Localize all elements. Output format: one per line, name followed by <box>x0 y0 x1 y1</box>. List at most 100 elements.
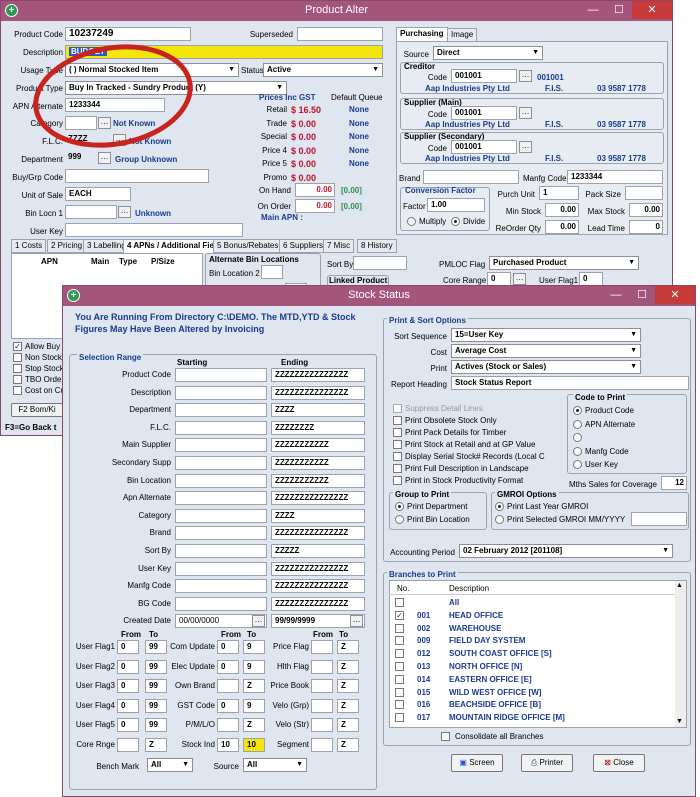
branch-checkbox[interactable]: ✓ <box>395 610 404 620</box>
flag-to-field[interactable]: Z <box>337 640 359 654</box>
price-value[interactable]: $ 0.00 <box>291 159 316 169</box>
lead-time-field[interactable]: 0 <box>629 220 663 234</box>
flag-from-field[interactable] <box>311 640 333 654</box>
purch-unit-field[interactable]: 1 <box>539 186 579 200</box>
range-end-field[interactable]: ZZZZZZZZZZZZZZZ <box>271 385 365 400</box>
range-start-field[interactable] <box>175 508 267 523</box>
range-start-field[interactable] <box>175 561 267 576</box>
range-end-field[interactable]: ZZZZZZZZZZZ <box>271 438 365 453</box>
flag-to-field[interactable]: Z <box>337 737 359 752</box>
branch-checkbox[interactable] <box>395 636 404 646</box>
minimize-icon[interactable]: — <box>580 1 606 19</box>
tab-1[interactable]: 1 Costs <box>11 239 47 253</box>
buy-grp-code-field[interactable] <box>65 169 209 183</box>
flag-from-field[interactable] <box>311 737 333 752</box>
range-end-field[interactable]: ZZZZZZZZZZZ <box>271 456 365 470</box>
range-start-field[interactable] <box>175 385 267 400</box>
range-start-field[interactable] <box>175 473 267 488</box>
code-to-print-radio[interactable] <box>573 406 582 415</box>
range-start-field[interactable] <box>175 403 267 418</box>
range-start-field[interactable] <box>175 420 267 435</box>
range-end-field[interactable]: ZZZZZZZZZZZZZZZ <box>271 596 365 611</box>
tab-5[interactable]: 5 Bonus/Rebates <box>213 239 283 253</box>
core-range-lookup-button[interactable]: … <box>513 273 526 285</box>
range-start-field[interactable] <box>175 579 267 594</box>
bench-mark-select[interactable]: All ▼ <box>147 758 193 772</box>
flag-from-field[interactable] <box>217 679 239 693</box>
flag-from-field[interactable] <box>217 718 239 732</box>
print-option-checkbox[interactable] <box>393 464 402 473</box>
range-end-field[interactable]: ZZZZZ <box>271 544 365 558</box>
tab-purchasing[interactable]: Purchasing <box>396 27 448 41</box>
unit-of-sale-field[interactable]: EACH <box>65 187 131 201</box>
bin-location2-field[interactable] <box>261 265 283 279</box>
print-option-checkbox[interactable] <box>393 416 402 425</box>
group-to-print-radio[interactable] <box>395 502 404 511</box>
price-value[interactable]: $ 0.00 <box>291 119 316 129</box>
pack-size-field[interactable] <box>625 186 663 200</box>
print-select[interactable]: Actives (Stock or Sales) ▼ <box>451 360 641 374</box>
flag-to-field[interactable]: Z <box>337 679 359 693</box>
range-end-field[interactable]: ZZZZZZZZZZZZZZZ <box>271 526 365 541</box>
range-end-field[interactable]: ZZZZZZZZ <box>271 420 365 435</box>
maximize-icon[interactable]: ☐ <box>629 286 655 304</box>
flag-from-field[interactable]: 0 <box>117 718 139 732</box>
gmroi-date-field[interactable] <box>631 512 687 526</box>
close-button[interactable]: ⊠ Close <box>593 754 645 772</box>
range-start-field[interactable] <box>175 526 267 541</box>
branch-checkbox[interactable] <box>395 662 404 671</box>
consolidate-checkbox[interactable] <box>441 732 450 741</box>
department-lookup-button[interactable]: … <box>98 152 111 164</box>
scroll-up-icon[interactable]: ▲ <box>676 582 683 589</box>
price-value[interactable]: $ 0.00 <box>291 146 316 156</box>
supplier-main-lookup-button[interactable]: … <box>519 107 532 119</box>
on-order-field[interactable]: 0.00 <box>295 199 335 213</box>
close-icon[interactable]: ✕ <box>655 286 695 304</box>
sort-sequence-select[interactable]: 15=User Key ▼ <box>451 328 641 342</box>
flag-from-field[interactable] <box>117 737 139 752</box>
min-stock-field[interactable]: 0.00 <box>545 203 579 217</box>
printer-button[interactable]: ⎙ Printer <box>521 754 573 772</box>
range-end-field[interactable]: ZZZZZZZZZZZZZZZ <box>271 368 365 382</box>
print-option-checkbox[interactable] <box>393 452 402 461</box>
product-alter-titlebar[interactable]: + Product Alter — ☐ ✕ <box>1 1 672 21</box>
bin-locn-lookup-button[interactable]: … <box>118 206 131 218</box>
left-checkbox[interactable]: ✓ <box>13 342 22 351</box>
mths-sales-field[interactable]: 12 <box>661 476 687 490</box>
flag-from-field[interactable]: 0 <box>117 698 139 713</box>
supplier-main-code-field[interactable]: 001001 <box>451 106 517 120</box>
supplier-secondary-lookup-button[interactable]: … <box>519 141 532 153</box>
range-start-field[interactable] <box>175 491 267 506</box>
range-start-field[interactable] <box>175 368 267 382</box>
range-end-field[interactable]: ZZZZ <box>271 508 365 523</box>
accounting-period-select[interactable]: 02 February 2012 [201108] ▼ <box>459 544 673 558</box>
flag-to-field[interactable]: Z <box>337 718 359 732</box>
branch-checkbox[interactable] <box>395 674 404 684</box>
core-range-field[interactable]: 0 <box>487 272 511 286</box>
reorder-qty-field[interactable]: 0.00 <box>545 220 579 234</box>
end-date-lookup-button[interactable]: … <box>350 615 363 628</box>
screen-button[interactable]: ▣ Screen <box>451 754 503 772</box>
branch-checkbox[interactable] <box>395 700 404 710</box>
range-end-field[interactable]: ZZZZZZZZZZZ <box>271 473 365 488</box>
price-value[interactable]: $ 0.00 <box>291 132 316 142</box>
gmroi-radio[interactable] <box>495 515 504 524</box>
flag-from-field[interactable] <box>311 679 333 693</box>
product-code-field[interactable]: 10237249 <box>65 27 191 41</box>
print-option-checkbox[interactable] <box>393 404 402 413</box>
code-to-print-radio[interactable] <box>573 460 582 469</box>
tab-2[interactable]: 2 Pricing <box>47 239 87 253</box>
code-to-print-radio[interactable] <box>573 446 582 456</box>
report-heading-field[interactable]: Stock Status Report <box>451 376 689 390</box>
tab-7[interactable]: 7 Misc <box>323 239 355 253</box>
print-option-checkbox[interactable] <box>393 428 402 437</box>
flag-from-field[interactable]: 0 <box>117 679 139 693</box>
branch-checkbox[interactable] <box>395 649 404 659</box>
user-key-field[interactable] <box>65 223 243 237</box>
superseded-field[interactable] <box>297 27 383 41</box>
flag-from-field[interactable] <box>311 698 333 713</box>
start-date-lookup-button[interactable]: … <box>252 615 265 628</box>
status-select[interactable]: Active ▼ <box>263 63 383 77</box>
range-end-field[interactable]: ZZZZZZZZZZZZZZZ <box>271 491 365 506</box>
group-to-print-radio[interactable] <box>395 515 404 524</box>
